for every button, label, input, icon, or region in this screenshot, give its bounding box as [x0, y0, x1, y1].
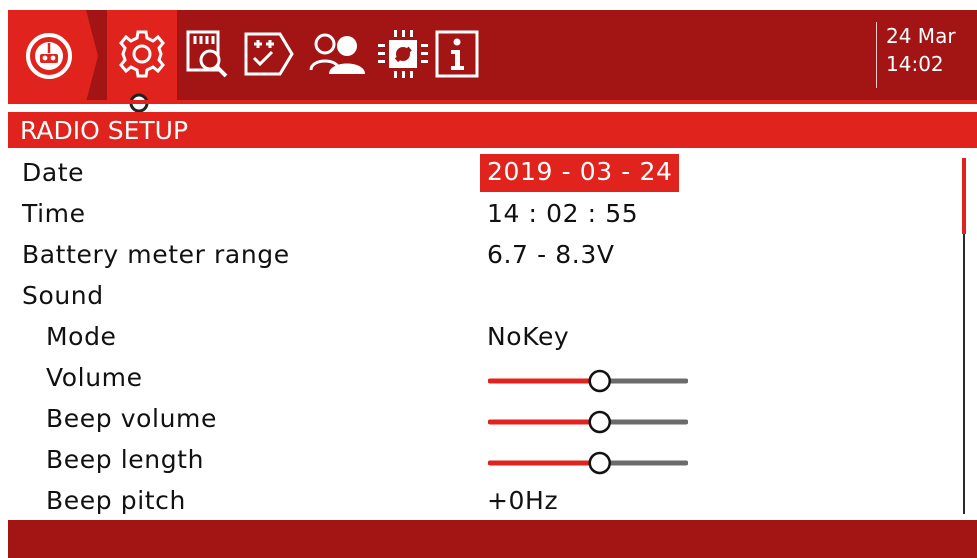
- users-icon[interactable]: [305, 22, 369, 86]
- settings-list: Date 2019 - 03 - 24 Time 14 : 02 : 55 Ba…: [0, 150, 977, 520]
- sound-mode-field[interactable]: NoKey: [487, 322, 569, 351]
- bottom-bar: [8, 520, 977, 558]
- date-field[interactable]: 2019 - 03 - 24: [480, 154, 680, 192]
- battery-range-field[interactable]: 6.7 - 8.3V: [487, 240, 615, 269]
- setting-label: Time: [22, 199, 86, 228]
- setting-label: Beep pitch: [46, 486, 186, 515]
- page-title-bar: RADIO SETUP: [8, 112, 977, 148]
- setting-row-date[interactable]: Date 2019 - 03 - 24: [0, 154, 940, 195]
- sd-card-search-icon[interactable]: [180, 22, 234, 86]
- chip-wrench-icon[interactable]: [372, 22, 434, 86]
- page-title: RADIO SETUP: [20, 116, 189, 145]
- setting-row-beep-length[interactable]: Beep length: [0, 441, 940, 482]
- slider-knob[interactable]: [588, 369, 612, 393]
- section-label: Sound: [22, 281, 104, 310]
- gear-icon[interactable]: [112, 22, 172, 86]
- beep-length-slider[interactable]: [488, 451, 688, 475]
- setting-label: Volume: [46, 363, 143, 392]
- setting-label: Battery meter range: [22, 240, 290, 269]
- top-bar-divider: [8, 100, 977, 104]
- setting-row-sound-mode[interactable]: Mode NoKey: [0, 318, 940, 359]
- checklist-icon[interactable]: [240, 22, 298, 86]
- header-datetime: 24 Mar 14:02: [876, 22, 956, 88]
- time-field[interactable]: 14 : 02 : 55: [487, 199, 638, 228]
- setting-row-beep-pitch[interactable]: Beep pitch +0Hz: [0, 482, 940, 523]
- top-bar: 24 Mar 14:02: [0, 0, 977, 113]
- beep-volume-slider[interactable]: [488, 410, 688, 434]
- slider-knob[interactable]: [588, 410, 612, 434]
- setting-row-volume[interactable]: Volume: [0, 359, 940, 400]
- info-icon[interactable]: [432, 22, 482, 86]
- setting-row-beep-volume[interactable]: Beep volume: [0, 400, 940, 441]
- setting-label: Beep volume: [46, 404, 217, 433]
- setting-row-time[interactable]: Time 14 : 02 : 55: [0, 195, 940, 236]
- header-date: 24 Mar: [886, 24, 956, 48]
- header-time: 14:02: [886, 52, 944, 76]
- slider-knob[interactable]: [588, 451, 612, 475]
- setting-label: Date: [22, 158, 85, 187]
- section-header-sound: Sound: [0, 277, 940, 318]
- radio-menu-button[interactable]: [8, 10, 98, 102]
- beep-pitch-field[interactable]: +0Hz: [487, 486, 558, 515]
- setting-row-battery-range[interactable]: Battery meter range 6.7 - 8.3V: [0, 236, 940, 277]
- scrollbar-thumb[interactable]: [962, 158, 966, 234]
- setting-label: Mode: [46, 322, 117, 351]
- volume-slider[interactable]: [488, 369, 688, 393]
- setting-label: Beep length: [46, 445, 205, 474]
